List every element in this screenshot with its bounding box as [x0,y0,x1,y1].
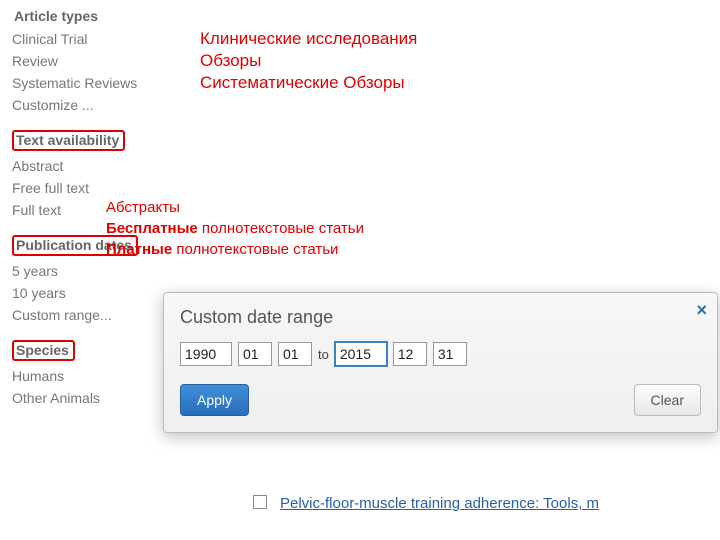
filter-abstract[interactable]: Abstract [12,155,172,177]
to-day-input[interactable] [433,342,467,366]
filter-other-animals[interactable]: Other Animals [12,387,172,409]
annotation-article-types: Клинические исследования Обзоры Системат… [200,28,417,94]
to-month-input[interactable] [393,342,427,366]
filter-systematic-reviews[interactable]: Systematic Reviews [12,72,172,94]
section-species: Species Humans Other Animals [12,326,172,409]
date-input-row: to [180,342,701,366]
clear-button[interactable]: Clear [634,384,701,416]
filter-free-full-text[interactable]: Free full text [12,177,172,199]
filter-customize[interactable]: Customize ... [12,94,172,116]
close-icon[interactable]: × [696,301,707,319]
popup-actions: Apply Clear [180,384,701,416]
section-header-text-availability: Text availability [12,130,125,151]
annotation-line: Систематические Обзоры [200,72,417,94]
result-checkbox[interactable] [253,495,267,509]
section-header-article-types: Article types [12,8,100,24]
custom-date-range-popup: × Custom date range to Apply Clear [163,292,718,433]
filter-custom-range[interactable]: Custom range... [12,304,172,326]
annotation-line: Клинические исследования [200,28,417,50]
to-year-input[interactable] [335,342,387,366]
annotation-line: Бесплатные полнотекстовые статьи [106,218,364,239]
filter-5-years[interactable]: 5 years [12,260,172,282]
from-month-input[interactable] [238,342,272,366]
filter-10-years[interactable]: 10 years [12,282,172,304]
annotation-text-availability: Абстракты Бесплатные полнотекстовые стат… [106,197,364,260]
section-header-species: Species [12,340,75,361]
filter-humans[interactable]: Humans [12,365,172,387]
to-label: to [318,347,329,362]
result-link[interactable]: Pelvic-floor-muscle training adherence: … [280,495,599,512]
filter-review[interactable]: Review [12,50,172,72]
apply-button[interactable]: Apply [180,384,249,416]
from-year-input[interactable] [180,342,232,366]
annotation-line: Платные полнотекстовые статьи [106,239,364,260]
section-article-types: Article types Clinical Trial Review Syst… [12,8,172,116]
annotation-line: Абстракты [106,197,364,218]
filter-clinical-trial[interactable]: Clinical Trial [12,28,172,50]
popup-title: Custom date range [180,307,701,328]
from-day-input[interactable] [278,342,312,366]
annotation-line: Обзоры [200,50,417,72]
